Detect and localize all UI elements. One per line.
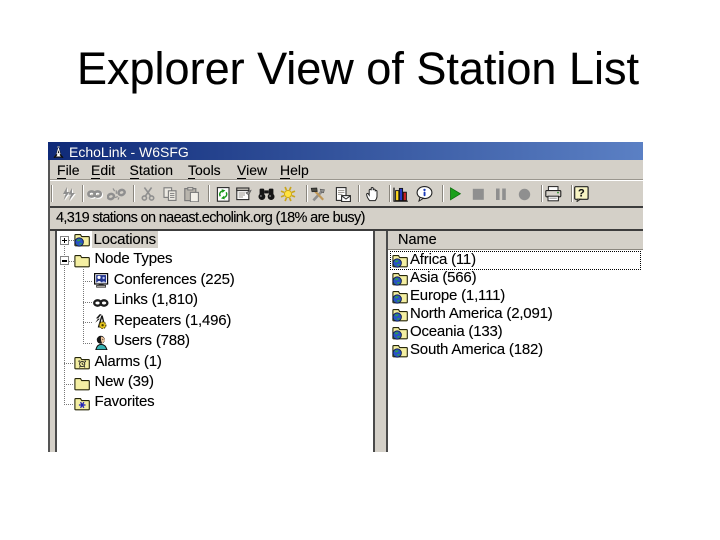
svg-text:?: ? — [578, 188, 585, 200]
